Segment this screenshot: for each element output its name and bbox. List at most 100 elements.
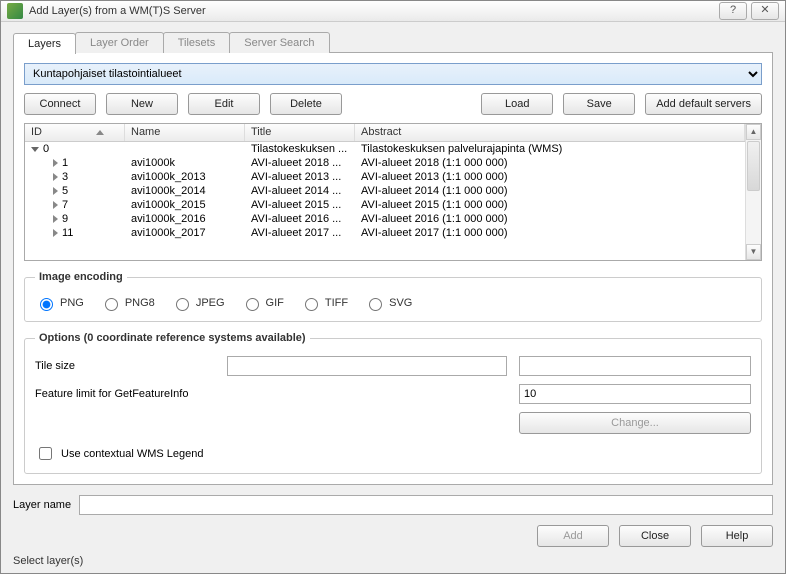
tab-server-search[interactable]: Server Search [229, 32, 329, 53]
scroll-down-icon[interactable]: ▼ [746, 244, 761, 260]
cell-title: AVI-alueet 2018 ... [245, 156, 355, 170]
col-id[interactable]: ID [25, 124, 125, 141]
tab-layers[interactable]: Layers [13, 33, 76, 54]
cell-title: AVI-alueet 2017 ... [245, 226, 355, 240]
tab-tilesets[interactable]: Tilesets [163, 32, 231, 53]
help-window-button[interactable]: ? [719, 2, 747, 20]
radio-gif-input[interactable] [246, 298, 259, 311]
cell-name: avi1000k [125, 156, 245, 170]
contextual-legend-checkbox[interactable] [39, 447, 52, 460]
content: Layers Layer Order Tilesets Server Searc… [1, 22, 785, 573]
delete-button[interactable]: Delete [270, 93, 342, 115]
sort-asc-icon [96, 130, 104, 135]
table-scrollbar[interactable]: ▲ ▼ [745, 124, 761, 260]
radio-tiff[interactable]: TIFF [300, 295, 348, 311]
col-id-label: ID [31, 126, 42, 138]
add-default-servers-button[interactable]: Add default servers [645, 93, 762, 115]
contextual-legend-row: Use contextual WMS Legend [35, 444, 751, 463]
cell-id: 5 [62, 185, 68, 197]
table-row[interactable]: 5 avi1000k_2014 AVI-alueet 2014 ... AVI-… [25, 184, 745, 198]
window-title: Add Layer(s) from a WM(T)S Server [29, 5, 715, 17]
radio-tiff-input[interactable] [305, 298, 318, 311]
app-icon [7, 3, 23, 19]
table-row[interactable]: 0 Tilastokeskuksen ... Tilastokeskuksen … [25, 142, 745, 156]
table-header: ID Name Title Abstract [25, 124, 745, 142]
change-crs-button[interactable]: Change... [519, 412, 751, 434]
cell-name: avi1000k_2014 [125, 184, 245, 198]
col-title[interactable]: Title [245, 124, 355, 141]
cell-id: 7 [62, 199, 68, 211]
expand-closed-icon[interactable] [53, 173, 58, 181]
new-button[interactable]: New [106, 93, 178, 115]
radio-png-label: PNG [60, 297, 84, 309]
expand-closed-icon[interactable] [53, 187, 58, 195]
feature-limit-input[interactable] [519, 384, 751, 404]
radio-png-input[interactable] [40, 298, 53, 311]
radio-svg-input[interactable] [369, 298, 382, 311]
radio-svg-label: SVG [389, 297, 412, 309]
cell-id: 0 [43, 143, 49, 155]
tile-size-width-input[interactable] [227, 356, 507, 376]
server-select[interactable]: Kuntapohjaiset tilastointialueet [24, 63, 762, 85]
cell-title: Tilastokeskuksen ... [245, 142, 355, 156]
table-row[interactable]: 7 avi1000k_2015 AVI-alueet 2015 ... AVI-… [25, 198, 745, 212]
layer-name-row: Layer name [13, 495, 773, 515]
scroll-thumb[interactable] [747, 141, 760, 191]
table-row[interactable]: 11 avi1000k_2017 AVI-alueet 2017 ... AVI… [25, 226, 745, 240]
layer-name-input[interactable] [79, 495, 773, 515]
radio-jpeg[interactable]: JPEG [171, 295, 225, 311]
cell-title: AVI-alueet 2015 ... [245, 198, 355, 212]
radio-tiff-label: TIFF [325, 297, 348, 309]
add-button[interactable]: Add [537, 525, 609, 547]
radio-svg[interactable]: SVG [364, 295, 412, 311]
radio-png8[interactable]: PNG8 [100, 295, 155, 311]
scroll-track[interactable] [746, 192, 761, 244]
tab-bar: Layers Layer Order Tilesets Server Searc… [13, 32, 773, 53]
layer-name-label: Layer name [13, 499, 71, 511]
expand-closed-icon[interactable] [53, 229, 58, 237]
cell-name: avi1000k_2015 [125, 198, 245, 212]
tile-size-height-input[interactable] [519, 356, 751, 376]
cell-name: avi1000k_2013 [125, 170, 245, 184]
cell-title: AVI-alueet 2014 ... [245, 184, 355, 198]
col-abstract[interactable]: Abstract [355, 124, 745, 141]
cell-id: 3 [62, 171, 68, 183]
encoding-radios: PNG PNG8 JPEG GIF TIFF SVG [35, 295, 751, 311]
scroll-up-icon[interactable]: ▲ [746, 124, 761, 140]
image-encoding-group: Image encoding PNG PNG8 JPEG GIF TIFF SV… [24, 271, 762, 322]
tab-layer-order[interactable]: Layer Order [75, 32, 164, 53]
tab-panel-layers: Kuntapohjaiset tilastointialueet Connect… [13, 52, 773, 485]
help-button[interactable]: Help [701, 525, 773, 547]
image-encoding-legend: Image encoding [35, 271, 127, 283]
expand-open-icon[interactable] [31, 147, 39, 152]
dialog-window: Add Layer(s) from a WM(T)S Server ? ✕ La… [0, 0, 786, 574]
edit-button[interactable]: Edit [188, 93, 260, 115]
expand-closed-icon[interactable] [53, 215, 58, 223]
expand-closed-icon[interactable] [53, 201, 58, 209]
cell-title: AVI-alueet 2013 ... [245, 170, 355, 184]
cell-abstract: AVI-alueet 2013 (1:1 000 000) [355, 170, 745, 184]
radio-jpeg-input[interactable] [176, 298, 189, 311]
table-row[interactable]: 1 avi1000k AVI-alueet 2018 ... AVI-aluee… [25, 156, 745, 170]
close-button[interactable]: Close [619, 525, 691, 547]
layer-table: ID Name Title Abstract 0 Tilastokeskukse… [24, 123, 762, 261]
radio-jpeg-label: JPEG [196, 297, 225, 309]
feature-limit-label: Feature limit for GetFeatureInfo [35, 388, 507, 400]
tile-size-label: Tile size [35, 360, 215, 372]
table-row[interactable]: 3 avi1000k_2013 AVI-alueet 2013 ... AVI-… [25, 170, 745, 184]
load-button[interactable]: Load [481, 93, 553, 115]
col-name[interactable]: Name [125, 124, 245, 141]
expand-closed-icon[interactable] [53, 159, 58, 167]
table-row[interactable]: 9 avi1000k_2016 AVI-alueet 2016 ... AVI-… [25, 212, 745, 226]
radio-png8-input[interactable] [105, 298, 118, 311]
close-window-button[interactable]: ✕ [751, 2, 779, 20]
cell-id: 9 [62, 213, 68, 225]
options-legend: Options (0 coordinate reference systems … [35, 332, 310, 344]
status-text: Select layer(s) [13, 555, 773, 567]
connect-button[interactable]: Connect [24, 93, 96, 115]
radio-gif[interactable]: GIF [241, 295, 284, 311]
radio-gif-label: GIF [266, 297, 284, 309]
save-button[interactable]: Save [563, 93, 635, 115]
radio-png[interactable]: PNG [35, 295, 84, 311]
layer-table-inner: ID Name Title Abstract 0 Tilastokeskukse… [25, 124, 745, 260]
